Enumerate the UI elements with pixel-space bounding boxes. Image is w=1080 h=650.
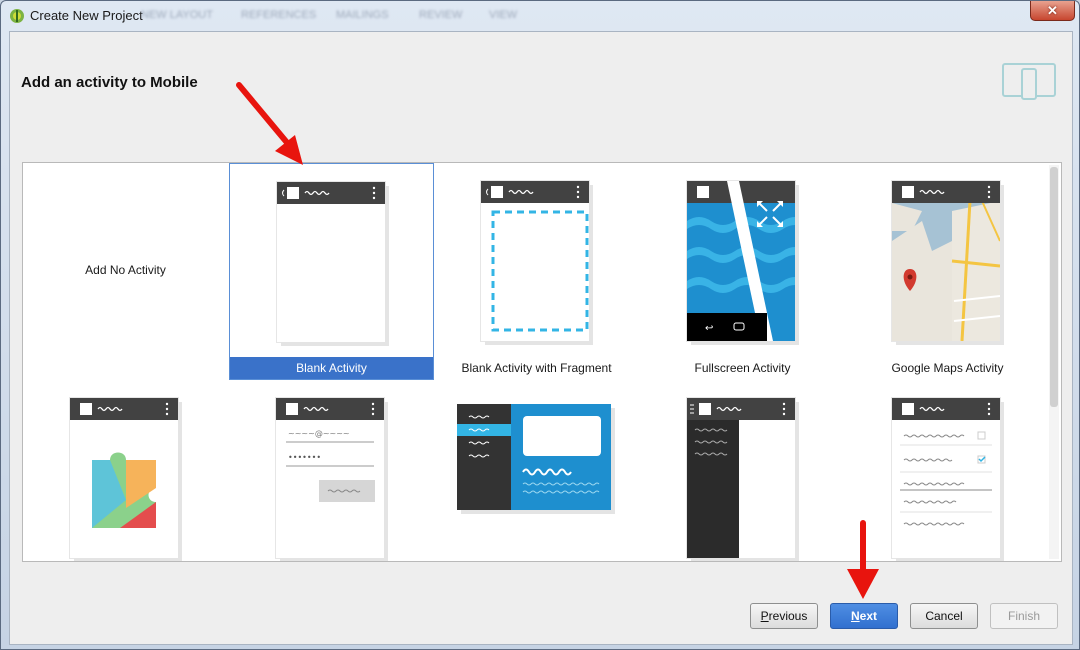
background-menu-item: REVIEW <box>419 9 463 21</box>
settings-list-icon <box>892 398 1000 526</box>
template-label: Google Maps Activity <box>891 361 1004 375</box>
annotation-arrow-icon <box>236 82 303 165</box>
fullscreen-preview-icon: ↩ <box>687 181 795 341</box>
login-activity-thumbnail: ~~~~@~~~~ ••••••• <box>276 398 384 558</box>
google-maps-thumbnail <box>892 181 1000 341</box>
next-button[interactable]: Next <box>830 603 898 629</box>
close-icon: ✕ <box>1047 2 1058 18</box>
login-form-icon: ~~~~@~~~~ ••••••• <box>276 398 384 502</box>
template-google-maps-activity[interactable]: Google Maps Activity <box>845 163 1050 380</box>
previous-button[interactable]: Previous <box>750 603 818 629</box>
close-window-button[interactable]: ✕ <box>1030 1 1075 21</box>
template-add-no-activity[interactable]: Add No Activity <box>23 163 228 380</box>
tablet-phone-icon <box>1002 63 1056 100</box>
gallery-scrollbar-thumb[interactable] <box>1050 167 1058 407</box>
template-label: Blank Activity with Fragment <box>461 361 612 375</box>
background-menu-item: VIEW <box>489 9 518 21</box>
annotation-arrow-icon <box>847 520 879 599</box>
next-mnemonic: N <box>850 609 860 623</box>
map-preview-icon <box>892 181 1000 341</box>
blank-activity-thumbnail <box>277 182 385 342</box>
window-title: Create New Project <box>30 8 143 23</box>
action-bar-icon <box>277 182 385 204</box>
blank-fragment-thumbnail <box>481 181 589 341</box>
master-detail-preview-icon <box>457 404 615 514</box>
email-field: ~~~~@~~~~ <box>288 429 350 438</box>
wizard-panel: Add an activity to Mobile Add No Activit… <box>9 31 1073 645</box>
title-bar[interactable]: Create New Project NEW LAYOUT REFERENCES… <box>1 1 1079 31</box>
template-navigation-drawer[interactable] <box>640 380 845 561</box>
create-new-project-window: Create New Project NEW LAYOUT REFERENCES… <box>0 0 1080 650</box>
activity-template-gallery[interactable]: Add No Activity Blank Activity Blank Act… <box>22 162 1062 562</box>
background-menu-item: NEW LAYOUT <box>141 9 213 21</box>
background-menu-item: MAILINGS <box>336 9 389 21</box>
fullscreen-thumbnail: ↩ <box>687 181 795 341</box>
template-google-play-services[interactable] <box>23 380 228 561</box>
template-label: Blank Activity <box>230 357 433 379</box>
template-fullscreen-activity[interactable]: ↩ Fullscreen Activity <box>640 163 845 380</box>
template-master-detail-flow[interactable] <box>434 380 639 561</box>
android-studio-icon <box>10 9 24 23</box>
template-label: Add No Activity <box>85 263 166 277</box>
settings-activity-thumbnail <box>892 398 1000 558</box>
password-field: ••••••• <box>288 453 321 462</box>
template-label: Fullscreen Activity <box>694 361 791 375</box>
drawer-preview-icon <box>687 398 795 558</box>
google-play-services-thumbnail <box>70 398 178 558</box>
finish-button[interactable]: Finish <box>990 603 1058 629</box>
template-login-activity[interactable]: ~~~~@~~~~ ••••••• <box>229 380 434 561</box>
page-title: Add an activity to Mobile <box>21 74 198 91</box>
template-blank-activity-with-fragment[interactable]: Blank Activity with Fragment <box>434 163 639 380</box>
fragment-preview-icon <box>481 181 589 332</box>
previous-mnemonic: P <box>760 609 769 623</box>
puzzle-piece-icon <box>70 398 178 528</box>
svg-text:↩: ↩ <box>705 323 713 334</box>
cancel-button[interactable]: Cancel <box>910 603 978 629</box>
background-menu-item: REFERENCES <box>241 9 317 21</box>
template-blank-activity[interactable]: Blank Activity <box>229 163 434 380</box>
navigation-drawer-thumbnail <box>687 398 795 558</box>
